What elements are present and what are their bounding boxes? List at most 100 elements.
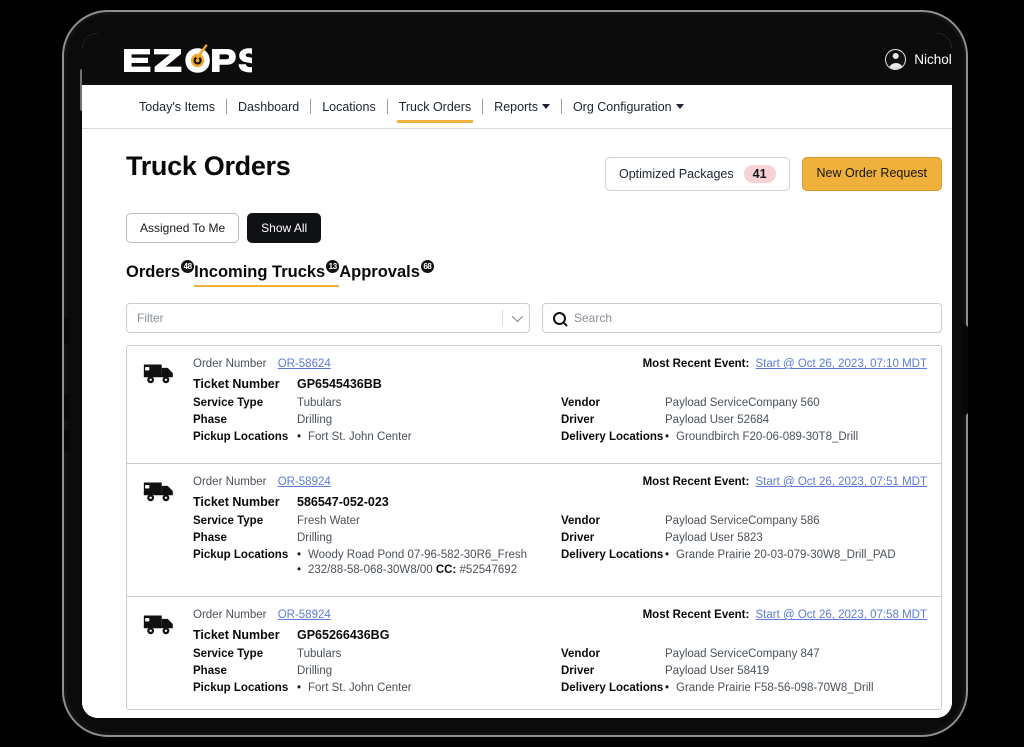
side-button[interactable]	[64, 430, 70, 452]
search-icon	[553, 311, 566, 325]
service-type-label: Service Type	[193, 397, 264, 409]
most-recent-event-link[interactable]: Start @ Oct 26, 2023, 07:51 MDT	[756, 476, 927, 488]
truck-icon-cell	[127, 476, 193, 584]
order-left-column: Service Type Tubulars Phase Drilling Pic…	[193, 648, 559, 702]
tab-approvals[interactable]: Approvals 68	[339, 260, 434, 287]
most-recent-event-group: Most Recent Event: Start @ Oct 26, 2023,…	[643, 358, 927, 370]
list-item: Grande Prairie F58-56-098-70W8_Drill	[665, 682, 874, 694]
order-left-column: Service Type Fresh Water Phase Drilling …	[193, 515, 559, 584]
phase-row: Phase Drilling	[193, 532, 559, 544]
delivery-locations-label: Delivery Locations	[561, 682, 664, 694]
delivery-locations-row: Delivery Locations Grande Prairie 20-03-…	[561, 549, 927, 564]
order-list[interactable]: Order Number OR-58624 Most Recent Event:…	[126, 345, 942, 710]
nav-item-dashboard[interactable]: Dashboard	[227, 93, 310, 121]
nav-item-todays-items[interactable]: Today's Items	[128, 93, 226, 121]
order-header-row: Order Number OR-58624 Most Recent Event:…	[193, 358, 927, 370]
order-columns: Service Type Tubulars Phase Drilling Pic…	[193, 648, 927, 702]
tab-orders-badge: 48	[181, 260, 195, 273]
tab-orders-label: Orders	[126, 263, 181, 281]
tab-approvals-label: Approvals	[339, 263, 420, 281]
nav-item-locations[interactable]: Locations	[311, 93, 387, 121]
order-details: Order Number OR-58924 Most Recent Event:…	[193, 476, 941, 584]
assigned-to-me-button[interactable]: Assigned To Me	[126, 213, 240, 243]
volume-up-button[interactable]	[64, 318, 70, 344]
pickup-locations-row: Pickup Locations Fort St. John Center	[193, 431, 559, 446]
page-title-row: Truck Orders Optimized Packages 41 New O…	[126, 151, 942, 191]
ticket-number-value: GP6545436BB	[297, 377, 382, 391]
phase-row: Phase Drilling	[193, 665, 559, 677]
search-placeholder: Search	[574, 311, 613, 325]
table-row[interactable]: Order Number OR-58924 Most Recent Event:…	[127, 597, 941, 709]
page-title: Truck Orders	[126, 151, 291, 181]
filter-select[interactable]: Filter	[126, 303, 530, 333]
tab-incoming-trucks-badge: 13	[326, 260, 340, 273]
pickup-locations-list: Woody Road Pond 07-96-582-30R6_Fresh 232/…	[297, 549, 527, 579]
most-recent-event-group: Most Recent Event: Start @ Oct 26, 2023,…	[643, 609, 927, 621]
phase-value: Drilling	[297, 414, 333, 426]
most-recent-event-link[interactable]: Start @ Oct 26, 2023, 07:10 MDT	[756, 358, 927, 370]
tab-approvals-badge: 68	[420, 260, 434, 273]
pickup-locations-label: Pickup Locations	[193, 431, 289, 443]
service-type-row: Service Type Fresh Water	[193, 515, 559, 527]
table-row[interactable]: Order Number OR-58624 Most Recent Event:…	[127, 346, 941, 464]
order-number-group: Order Number OR-58624	[193, 358, 331, 370]
app-header: Nicholas	[82, 33, 952, 85]
vendor-row: Vendor Payload ServiceCompany 847	[561, 648, 927, 660]
right-side-button[interactable]	[962, 325, 968, 415]
ezops-logo[interactable]	[122, 44, 252, 74]
list-item: Grande Prairie 20-03-079-30W8_Drill_PAD	[665, 549, 896, 561]
tab-incoming-trucks[interactable]: Incoming Trucks 13	[194, 260, 340, 288]
service-type-value: Tubulars	[297, 648, 342, 660]
truck-icon	[143, 364, 173, 384]
nav-item-org-configuration[interactable]: Org Configuration	[562, 93, 695, 121]
order-number-label: Order Number	[193, 358, 267, 370]
search-input[interactable]: Search	[542, 303, 942, 333]
new-order-request-button[interactable]: New Order Request	[801, 157, 942, 191]
driver-row: Driver Payload User 5823	[561, 532, 927, 544]
order-number-link[interactable]: OR-58624	[278, 358, 331, 370]
show-all-button[interactable]: Show All	[247, 213, 322, 243]
service-type-row: Service Type Tubulars	[193, 648, 559, 660]
optimized-packages-button[interactable]: Optimized Packages 41	[604, 157, 790, 191]
nav-item-truck-orders[interactable]: Truck Orders	[388, 93, 482, 123]
service-type-value: Tubulars	[297, 397, 342, 409]
vendor-label: Vendor	[561, 515, 600, 527]
truck-icon	[143, 615, 173, 635]
volume-down-button[interactable]	[64, 394, 70, 420]
delivery-locations-list: Groundbirch F20-06-089-30T8_Drill	[665, 431, 858, 446]
delivery-locations-list: Grande Prairie 20-03-079-30W8_Drill_PAD	[665, 549, 896, 564]
service-type-label: Service Type	[193, 515, 264, 527]
most-recent-event-label: Most Recent Event:	[642, 476, 750, 488]
pickup-locations-row: Pickup Locations Fort St. John Center	[193, 682, 559, 697]
order-number-link[interactable]: OR-58924	[278, 476, 331, 488]
order-right-column: Vendor Payload ServiceCompany 586 Driver…	[559, 515, 927, 584]
most-recent-event-link[interactable]: Start @ Oct 26, 2023, 07:58 MDT	[756, 609, 927, 621]
order-number-group: Order Number OR-58924	[193, 609, 331, 621]
phase-row: Phase Drilling	[193, 414, 559, 426]
order-columns: Service Type Tubulars Phase Drilling Pic…	[193, 397, 927, 451]
chevron-down-icon	[541, 103, 550, 109]
ticket-number-row: Ticket Number GP6545436BB	[193, 377, 927, 391]
ticket-number-value: 586547-052-023	[297, 495, 389, 509]
tab-incoming-trucks-label: Incoming Trucks	[194, 263, 326, 281]
list-item: Fort St. John Center	[297, 431, 412, 443]
vendor-label: Vendor	[561, 397, 600, 409]
ticket-number-label: Ticket Number	[193, 377, 280, 391]
truck-icon	[143, 482, 173, 502]
tablet-device-frame: Nicholas Today's Items Dashboard Locatio…	[62, 10, 968, 737]
user-name: Nicholas	[914, 51, 952, 67]
order-number-link[interactable]: OR-58924	[278, 609, 331, 621]
user-menu[interactable]: Nicholas	[885, 48, 952, 70]
nav-item-org-configuration-label: Org Configuration	[572, 99, 672, 114]
optimized-packages-label: Optimized Packages	[618, 167, 734, 181]
pickup-locations-row: Pickup Locations Woody Road Pond 07-96-5…	[193, 549, 559, 579]
service-type-value: Fresh Water	[297, 515, 360, 527]
vendor-value: Payload ServiceCompany 560	[665, 397, 820, 409]
tab-orders[interactable]: Orders 48	[126, 260, 195, 287]
driver-value: Payload User 5823	[665, 532, 763, 544]
nav-item-reports[interactable]: Reports	[483, 93, 561, 121]
page-actions: Optimized Packages 41 New Order Request	[604, 151, 942, 191]
chevron-down-icon	[511, 310, 524, 323]
table-row[interactable]: Order Number OR-58924 Most Recent Event:…	[127, 464, 941, 597]
delivery-locations-row: Delivery Locations Grande Prairie F58-56…	[561, 682, 927, 697]
